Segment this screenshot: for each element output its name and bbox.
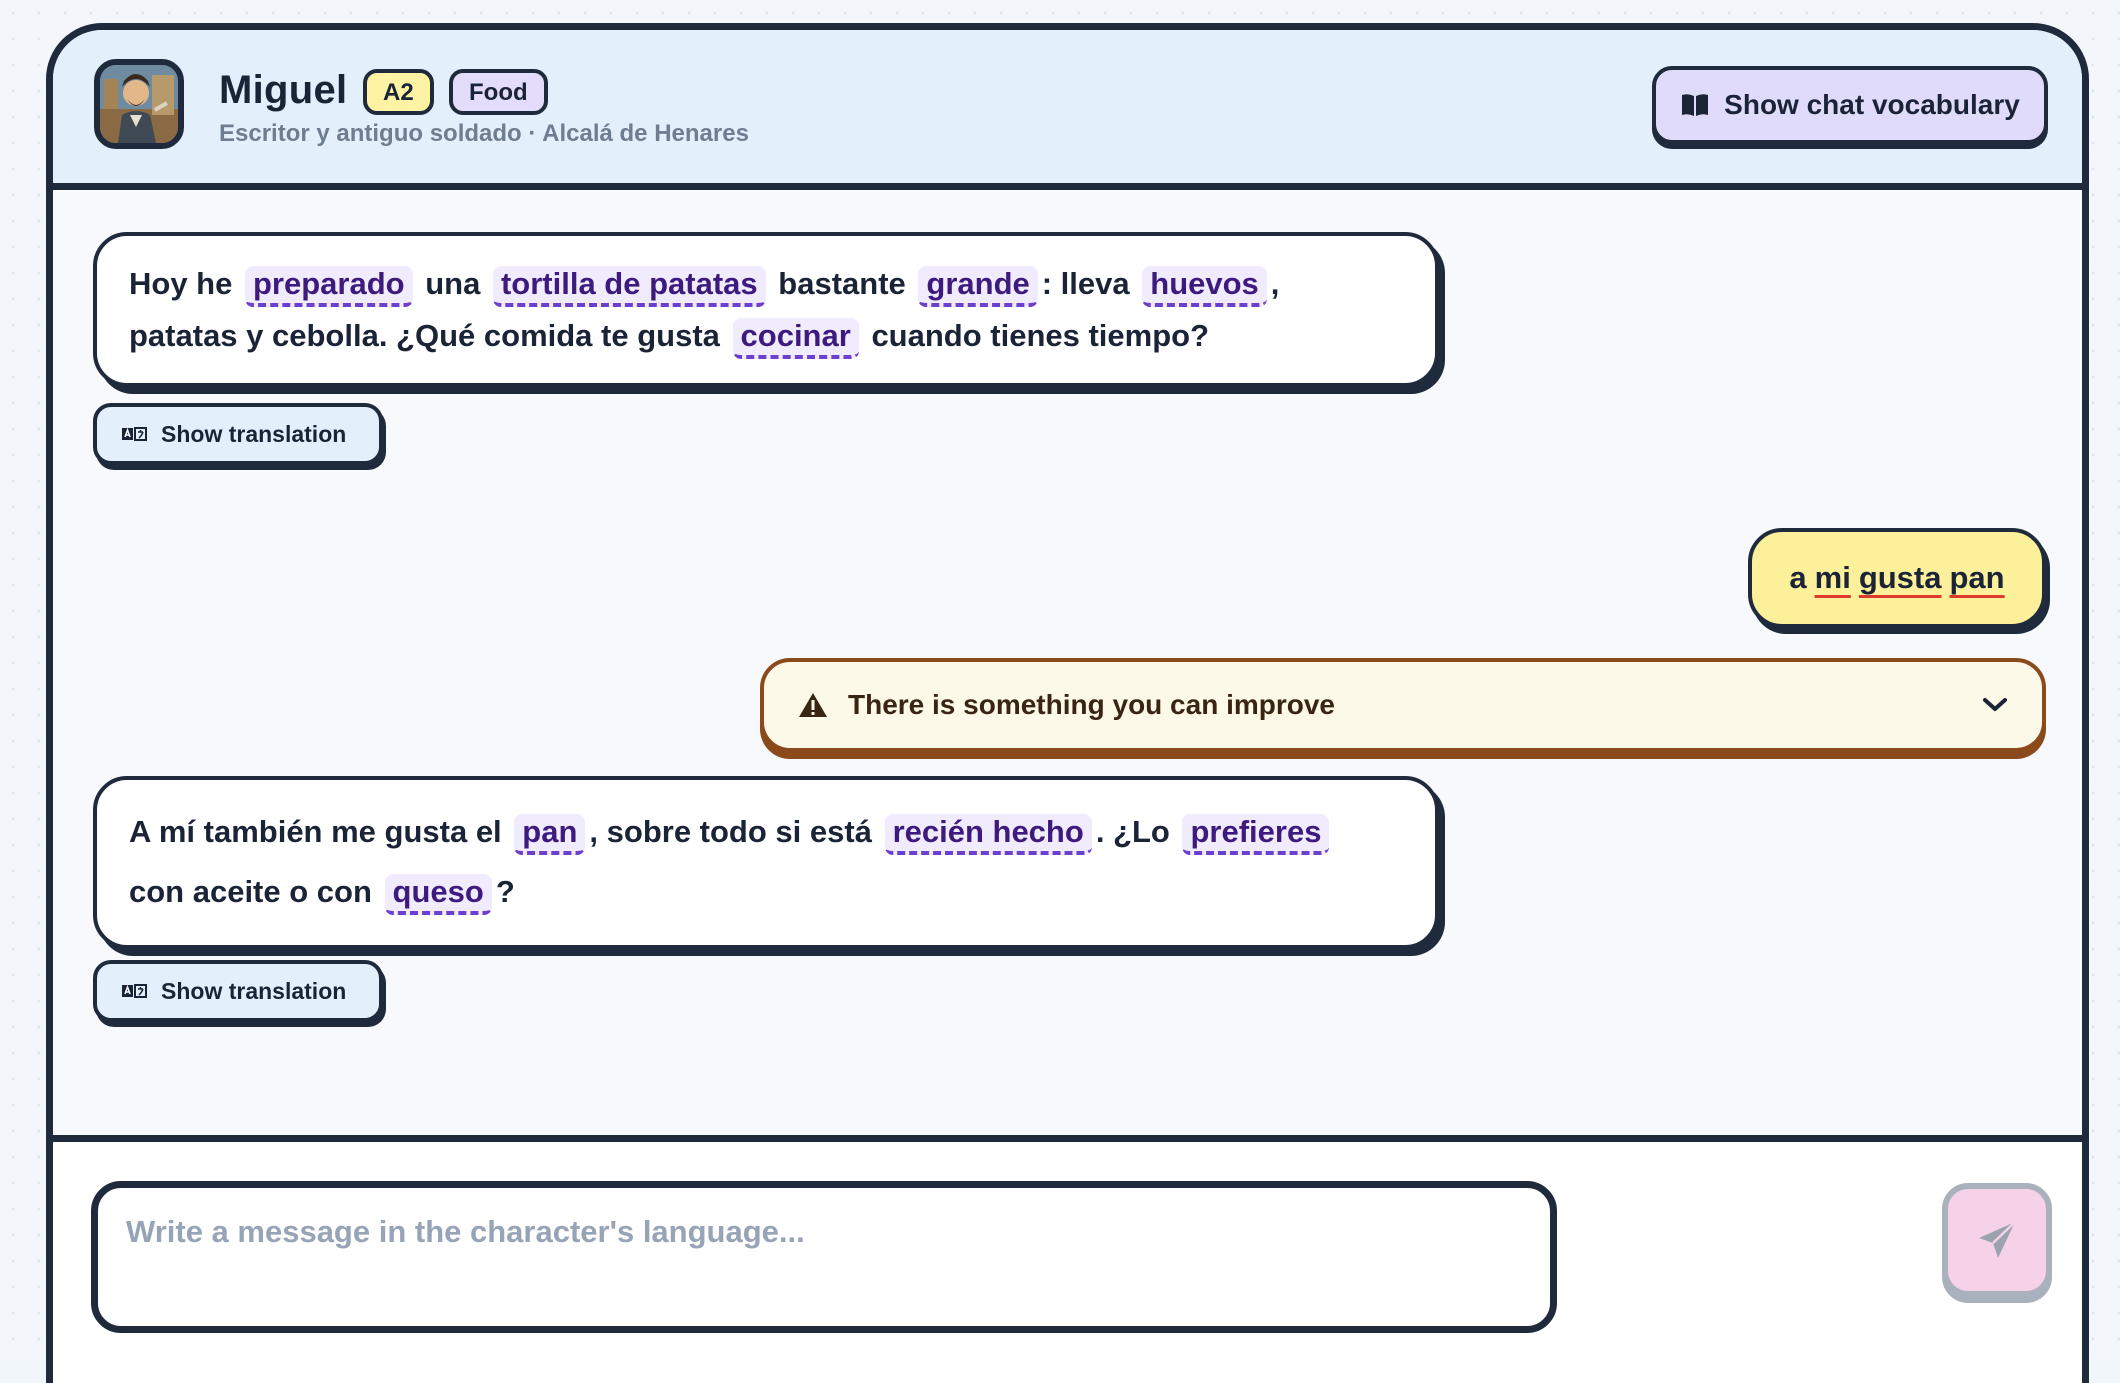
message-text: , — [1270, 266, 1280, 301]
vocab-word[interactable]: grande — [918, 266, 1038, 307]
vocab-word[interactable]: cocinar — [732, 318, 859, 359]
chat-window: Miguel A2 Food Escritor y antiguo soldad… — [46, 23, 2089, 1383]
show-chat-vocabulary-button[interactable]: Show chat vocabulary — [1652, 66, 2048, 144]
character-name: Miguel — [219, 68, 348, 112]
message-list: Hoy he preparado una tortilla de patatas… — [53, 183, 2082, 1158]
message-text: ? — [495, 874, 515, 909]
message-text: una — [425, 266, 481, 301]
flagged-word: mi — [1814, 560, 1851, 595]
chevron-down-icon — [1982, 697, 2008, 713]
message-text: . ¿Lo — [1095, 814, 1170, 849]
feedback-toggle[interactable]: There is something you can improve — [760, 658, 2046, 752]
topic-badge: Food — [449, 69, 548, 115]
vocab-word[interactable]: prefieres — [1182, 814, 1330, 855]
message-composer: Write a message in the character's langu… — [53, 1135, 2082, 1383]
message-text: con aceite o con — [129, 874, 372, 909]
message-text: bastante — [778, 266, 906, 301]
message-text: Hoy he — [129, 266, 233, 301]
message-text: , sobre todo si está — [589, 814, 872, 849]
message-input[interactable]: Write a message in the character's langu… — [91, 1181, 1557, 1333]
vocab-word[interactable]: pan — [514, 814, 586, 855]
show-translation-label: Show translation — [161, 977, 347, 1004]
feedback-text: There is something you can improve — [848, 689, 1336, 720]
avatar — [94, 59, 184, 149]
warning-triangle-icon — [798, 692, 828, 718]
character-message: Hoy he preparado una tortilla de patatas… — [93, 232, 1439, 387]
message-text: A mí también me gusta el — [129, 814, 502, 849]
vocab-word[interactable]: queso — [384, 874, 492, 915]
user-message: a mi gusta pan — [1748, 528, 2046, 628]
vocab-word[interactable]: recién hecho — [884, 814, 1092, 855]
level-badge: A2 — [363, 69, 434, 115]
message-text: : lleva — [1041, 266, 1130, 301]
send-button[interactable] — [1942, 1183, 2052, 1297]
show-translation-button[interactable]: Show translation — [93, 960, 383, 1022]
flagged-word: pan — [1949, 560, 2005, 595]
vocab-word[interactable]: tortilla de patatas — [492, 266, 766, 307]
show-chat-vocabulary-label: Show chat vocabulary — [1724, 89, 2020, 120]
vocab-word[interactable]: preparado — [244, 266, 413, 307]
chat-header: Miguel A2 Food Escritor y antiguo soldad… — [53, 30, 2082, 190]
character-message: A mí también me gusta el pan, sobre todo… — [93, 776, 1439, 949]
show-translation-label: Show translation — [161, 420, 347, 447]
user-word: a — [1789, 560, 1807, 595]
message-text: cuando tienes tiempo? — [871, 318, 1210, 353]
translate-icon — [121, 983, 147, 999]
flagged-word: gusta — [1858, 560, 1942, 595]
character-subtitle: Escritor y antiguo soldado · Alcalá de H… — [219, 120, 749, 147]
book-open-icon — [1680, 92, 1710, 118]
message-text: patatas y cebolla. ¿Qué comida te gusta — [129, 318, 720, 353]
show-translation-button[interactable]: Show translation — [93, 403, 383, 465]
translate-icon — [121, 426, 147, 442]
vocab-word[interactable]: huevos — [1142, 266, 1267, 307]
paper-plane-icon — [1975, 1218, 2019, 1262]
